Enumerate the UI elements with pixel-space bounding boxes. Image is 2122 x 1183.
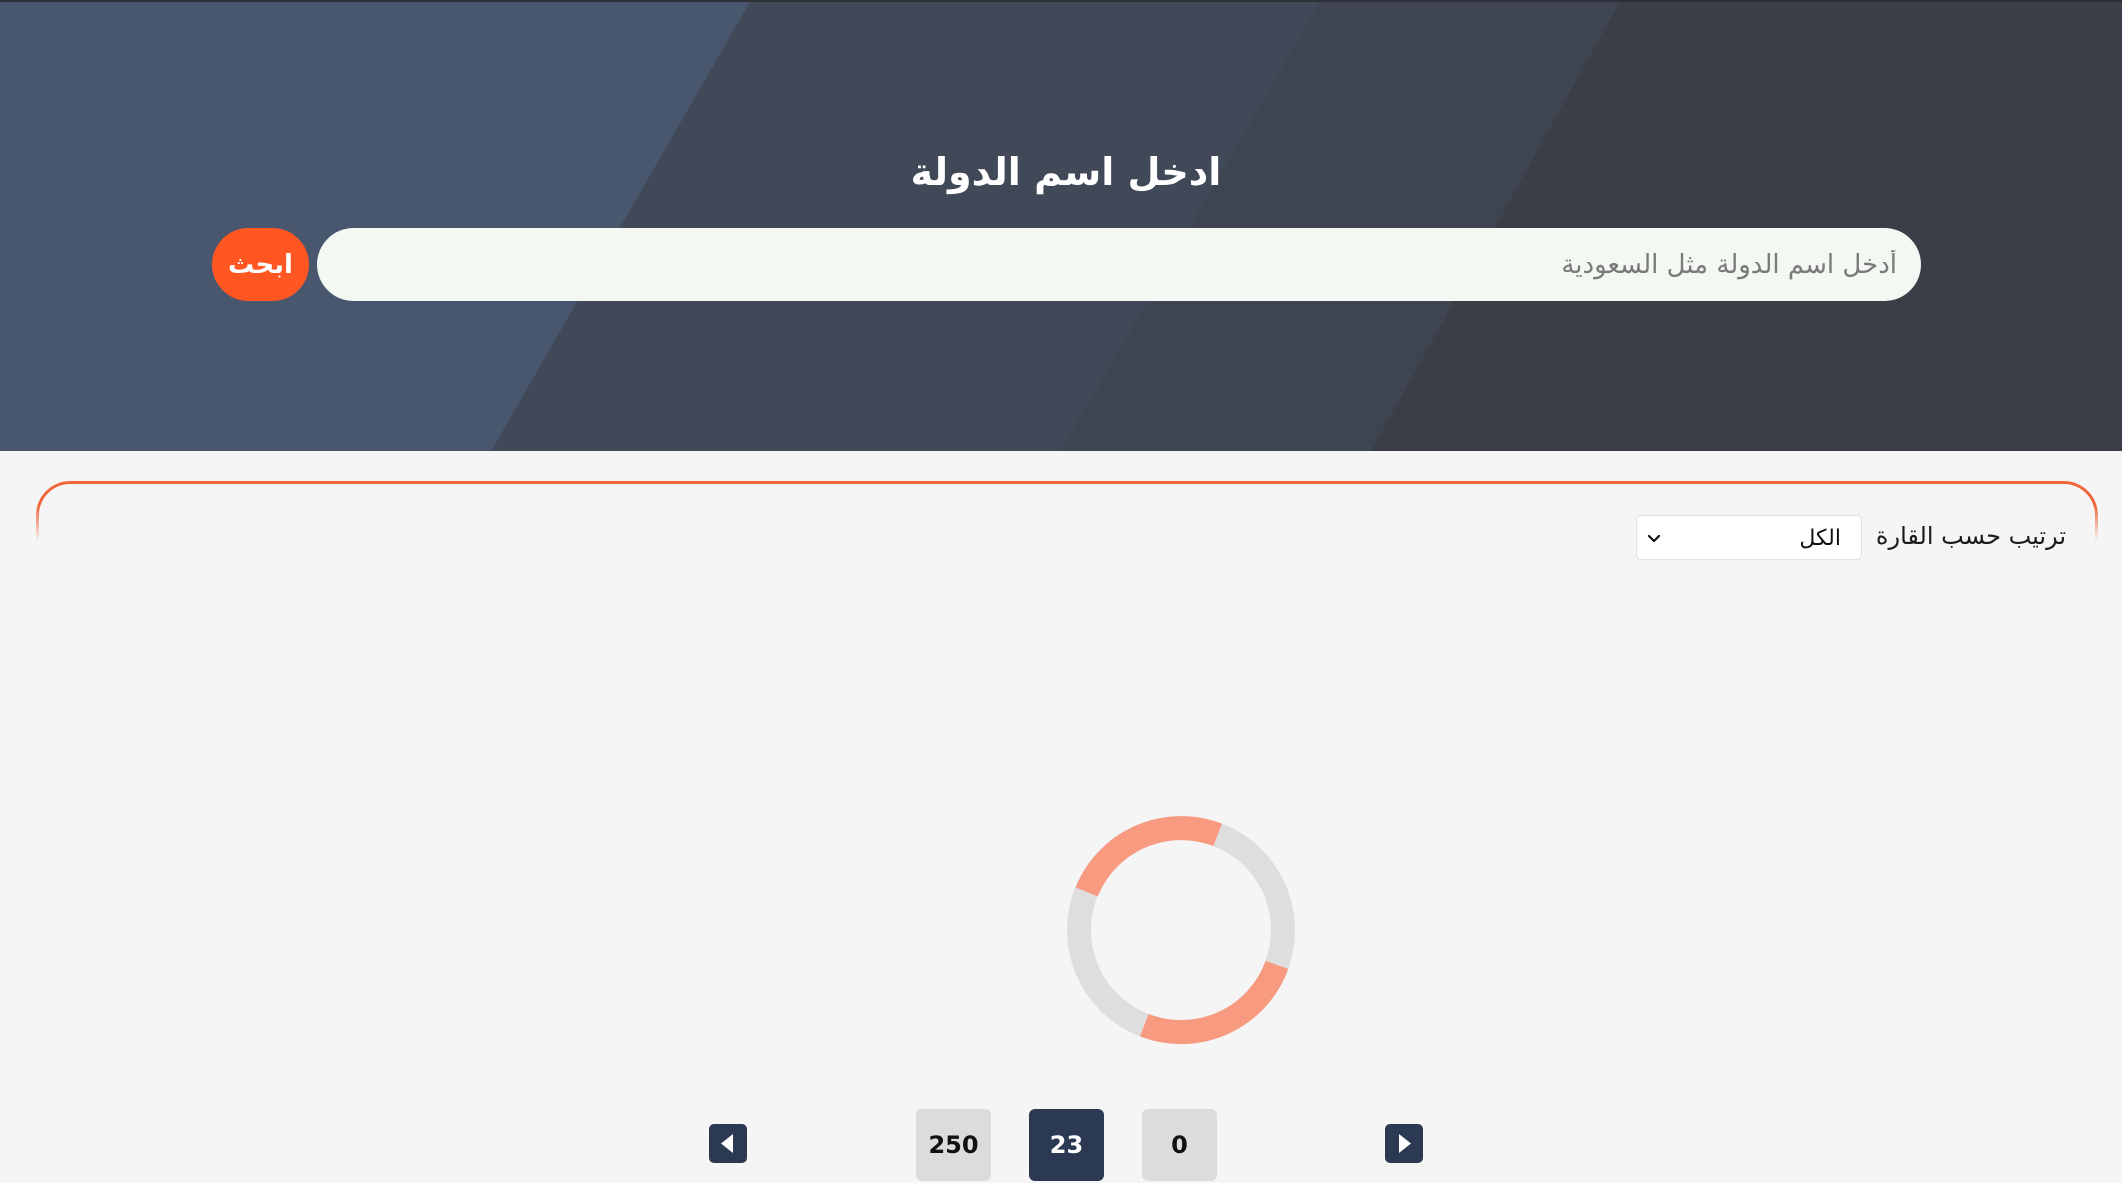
continent-select[interactable]: الكل [1636, 515, 1862, 560]
chevron-down-icon [1647, 534, 1661, 543]
pagination-start: 0 [1142, 1109, 1217, 1181]
search-button[interactable]: ابحث [212, 228, 309, 301]
page-title: ادخل اسم الدولة [910, 150, 1222, 194]
country-search-page: ادخل اسم الدولة ابحث ترتيب حسب القارة ال… [0, 0, 2122, 1183]
continent-filter-label: ترتيب حسب القارة [1875, 522, 2066, 550]
caret-right-icon [1399, 1134, 1411, 1153]
caret-left-icon [721, 1134, 733, 1153]
previous-page-button[interactable] [709, 1124, 747, 1163]
hero-background [0, 2, 2122, 451]
next-page-button[interactable] [1385, 1124, 1423, 1163]
continent-select-value: الكل [1799, 526, 1841, 551]
spinner-arc-bottom [1139, 960, 1289, 1045]
hero-header: ادخل اسم الدولة ابحث [0, 0, 2122, 451]
loading-spinner-icon [1067, 816, 1295, 1045]
spinner-arc-top [1075, 816, 1222, 897]
country-search-input[interactable] [317, 228, 1921, 301]
pagination-current-page: 23 [1029, 1109, 1104, 1181]
pagination-total: 250 [916, 1109, 991, 1181]
